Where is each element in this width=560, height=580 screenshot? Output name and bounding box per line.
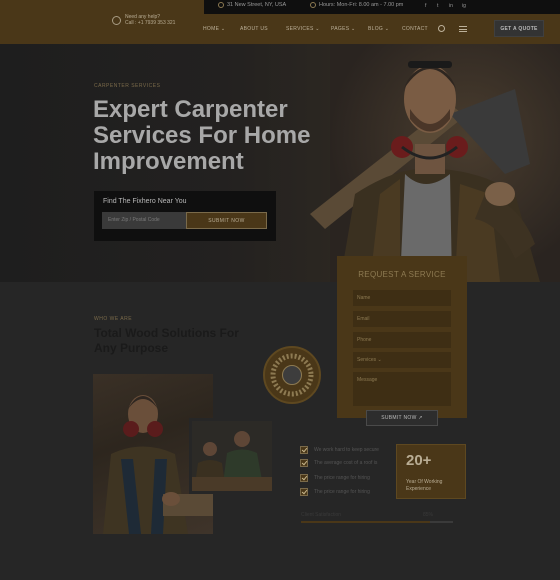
phone-field[interactable]: Phone <box>353 332 451 348</box>
badge-logo-icon <box>282 365 302 385</box>
request-title: REQUEST A SERVICE <box>358 270 446 279</box>
hero-section: CARPENTER SERVICES Expert Carpenter Serv… <box>0 44 560 282</box>
feature-text: We work hard to keep secure <box>314 447 379 453</box>
search-icon[interactable] <box>438 25 445 32</box>
check-icon <box>300 488 308 496</box>
nav-pages[interactable]: PAGES ⌄ <box>331 26 356 32</box>
experience-text: Year Of Working Experience <box>406 479 443 492</box>
satisfaction-value: 85% <box>423 512 434 518</box>
about-tag: WHO WE ARE <box>94 316 133 322</box>
hero-title: Expert Carpenter Services For Home Impro… <box>93 96 311 175</box>
workshop-photo-2 <box>189 418 275 494</box>
workers-icon <box>192 421 272 491</box>
check-icon <box>300 474 308 482</box>
finder-title: Find The Fixhero Near You <box>103 198 187 205</box>
carpenter-photo <box>310 61 540 282</box>
help-phone: Call : +1 7939 353 321 <box>125 20 176 26</box>
finder-submit-button[interactable]: SUBMIT NOW <box>186 212 267 229</box>
list-item: The price range for hiring <box>300 474 370 482</box>
email-field[interactable]: Email <box>353 311 451 327</box>
experience-card: 20+ Year Of Working Experience <box>396 444 466 499</box>
list-item: The price range for hiring <box>300 488 370 496</box>
list-item: We work hard to keep secure <box>300 446 379 454</box>
nav-home[interactable]: HOME ⌄ <box>203 26 225 32</box>
name-field[interactable]: Name <box>353 290 451 306</box>
hero-tag: CARPENTER SERVICES <box>94 83 161 89</box>
list-item: The average cost of a roof is <box>300 459 377 467</box>
zip-code-input[interactable]: Enter Zip / Postal Code <box>102 212 188 229</box>
menu-icon[interactable] <box>459 26 467 32</box>
site-header: Need any help? Call : +1 7939 353 321 HO… <box>0 0 560 44</box>
services-select[interactable]: Services ⌄ <box>353 352 451 368</box>
check-icon <box>300 459 308 467</box>
feature-text: The price range for hiring <box>314 475 370 481</box>
help-block[interactable]: Need any help? Call : +1 7939 353 321 <box>112 14 175 26</box>
request-submit-button[interactable]: SUBMIT NOW ↗ <box>366 410 438 426</box>
nav-blog[interactable]: BLOG ⌄ <box>368 26 389 32</box>
nav-services[interactable]: SERVICES ⌄ <box>286 26 320 32</box>
experience-number: 20+ <box>406 452 432 469</box>
message-field[interactable]: Message <box>353 372 451 406</box>
finder-box: Find The Fixhero Near You Enter Zip / Po… <box>94 191 276 241</box>
nav-about[interactable]: ABOUT US <box>240 26 268 32</box>
about-title: Total Wood Solutions For Any Purpose <box>94 326 239 355</box>
get-quote-button[interactable]: GET A QUOTE <box>494 20 544 37</box>
feature-text: The price range for hiring <box>314 489 370 495</box>
phone-icon <box>112 15 121 25</box>
nav-contact[interactable]: CONTACT <box>402 26 428 32</box>
satisfaction-progress-bar <box>301 521 453 523</box>
circular-badge <box>263 346 321 404</box>
request-service-form: REQUEST A SERVICE Name Email Phone Servi… <box>337 256 467 418</box>
feature-text: The average cost of a roof is <box>314 460 378 466</box>
satisfaction-progress-fill <box>301 521 431 523</box>
check-icon <box>300 446 308 454</box>
satisfaction-label: Client Satisfaction <box>301 512 342 518</box>
